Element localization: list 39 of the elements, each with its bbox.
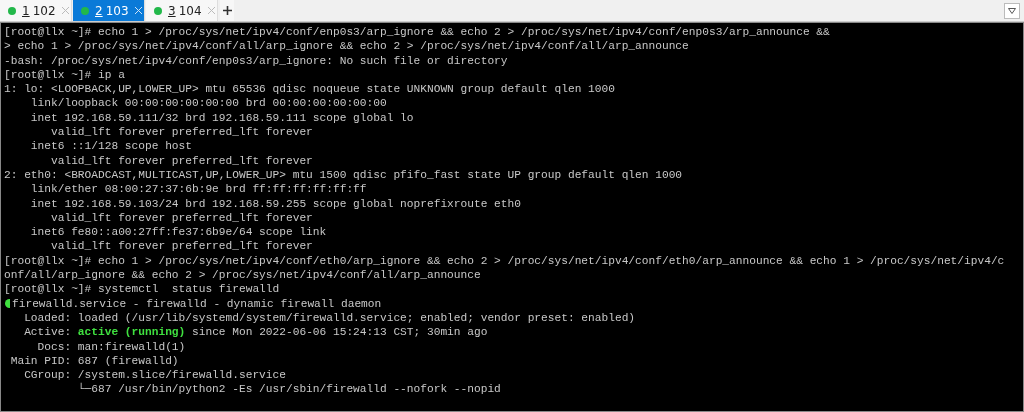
close-icon[interactable]	[134, 7, 142, 14]
session-tab[interactable]: 3 104	[146, 0, 218, 21]
terminal-line: valid_lft forever preferred_lft forever	[50, 210, 314, 226]
terminal-line: inet 192.168.59.111/32 brd 192.168.59.111 scope global lo	[29, 110, 415, 126]
terminal-line: [root@llx ~]# systemctl status firewalld	[4, 282, 281, 297]
terminal-line: Main PID: 687 (firewalld)	[9, 353, 180, 369]
terminal-line: [root@llx ~]# ip a	[4, 67, 126, 83]
terminal-line: └─687 /usr/bin/python2 -Es /usr/sbin/firewalld --nofork --nopid	[76, 382, 502, 397]
close-icon[interactable]	[207, 7, 215, 14]
close-icon[interactable]	[61, 7, 69, 14]
terminal-line: Active: active (running) since Mon 2022-06-06 15:24:13 CST; 30min ago	[23, 325, 489, 340]
plus-icon	[222, 6, 232, 15]
terminal-line: valid_lft forever preferred_lft forever	[50, 239, 314, 254]
terminal-line: 2: eth0: <BROADCAST,MULTICAST,UP,LOWER_UP> mtu 1500 qdisc pfifo_fast state UP group default qlen 1000	[4, 167, 684, 183]
terminal-line: firewalld.service - firewalld - dynamic firewall daemon	[4, 296, 1020, 311]
terminal-line: inet6 fe80::a00:27ff:fe37:6b9e/64 scope link	[29, 225, 328, 240]
status-dot-icon	[81, 6, 89, 15]
terminal-line: link/ether 08:00:27:37:6b:9e brd ff:ff:ff:ff:ff:ff	[29, 182, 368, 197]
terminal-line: valid_lft forever preferred_lft forever	[50, 125, 314, 140]
tab-list-button[interactable]	[1004, 2, 1020, 19]
terminal-line: link/loopback 00:00:00:00:00:00 brd 00:00:00:00:00:00	[29, 96, 388, 111]
caret-icon	[1008, 7, 1016, 14]
status-dot-icon	[154, 6, 162, 15]
session-tab[interactable]: 2 103	[73, 0, 145, 21]
terminal-line: > echo 1 > /proc/sys/net/ipv4/conf/all/arp_ignore && echo 2 > /proc/sys/net/ipv4/conf/all/arp_announce	[4, 39, 690, 54]
status-dot-icon	[8, 6, 16, 15]
terminal-line: 1: lo: <LOOPBACK,UP,LOWER_UP> mtu 65536 qdisc noqueue state UNKNOWN group default qlen 1000	[4, 82, 616, 97]
terminal-line: Loaded: loaded (/usr/lib/systemd/system/firewalld.service; enabled; vendor preset: enabled)	[23, 310, 637, 326]
terminal-line: Docs: man:firewalld(1)	[36, 339, 187, 354]
terminal-line: [root@llx ~]# echo 1 > /proc/sys/net/ipv4/conf/eth0/arp_ignore && echo 2 > /proc/sys/net/ipv4/conf/eth0/arp_announce && echo 1 > /proc/sys/net/ipv4/c	[4, 253, 1006, 269]
terminal-line: CGroup: /system.slice/firewalld.service	[23, 368, 287, 383]
new-tab-button[interactable]	[220, 0, 234, 21]
session-tab[interactable]: 1 102	[0, 0, 72, 21]
terminal-line: inet6 ::1/128 scope host	[29, 139, 193, 154]
terminal-line: -bash: /proc/sys/net/ipv4/conf/enp0s3/arp_ignore: No such file or directory	[4, 53, 509, 68]
terminal-line: onf/all/arp_ignore && echo 2 > /proc/sys/net/ipv4/conf/all/arp_announce	[4, 268, 482, 283]
terminal-line: inet 192.168.59.103/24 brd 192.168.59.255 scope global noprefixroute eth0	[29, 196, 522, 211]
terminal-line: valid_lft forever preferred_lft forever	[50, 153, 314, 168]
terminal-line: [root@llx ~]# echo 1 > /proc/sys/net/ipv4/conf/enp0s3/arp_ignore && echo 2 > /proc/sys/net/ipv4/conf/enp0s3/arp_announce &&	[4, 25, 831, 40]
